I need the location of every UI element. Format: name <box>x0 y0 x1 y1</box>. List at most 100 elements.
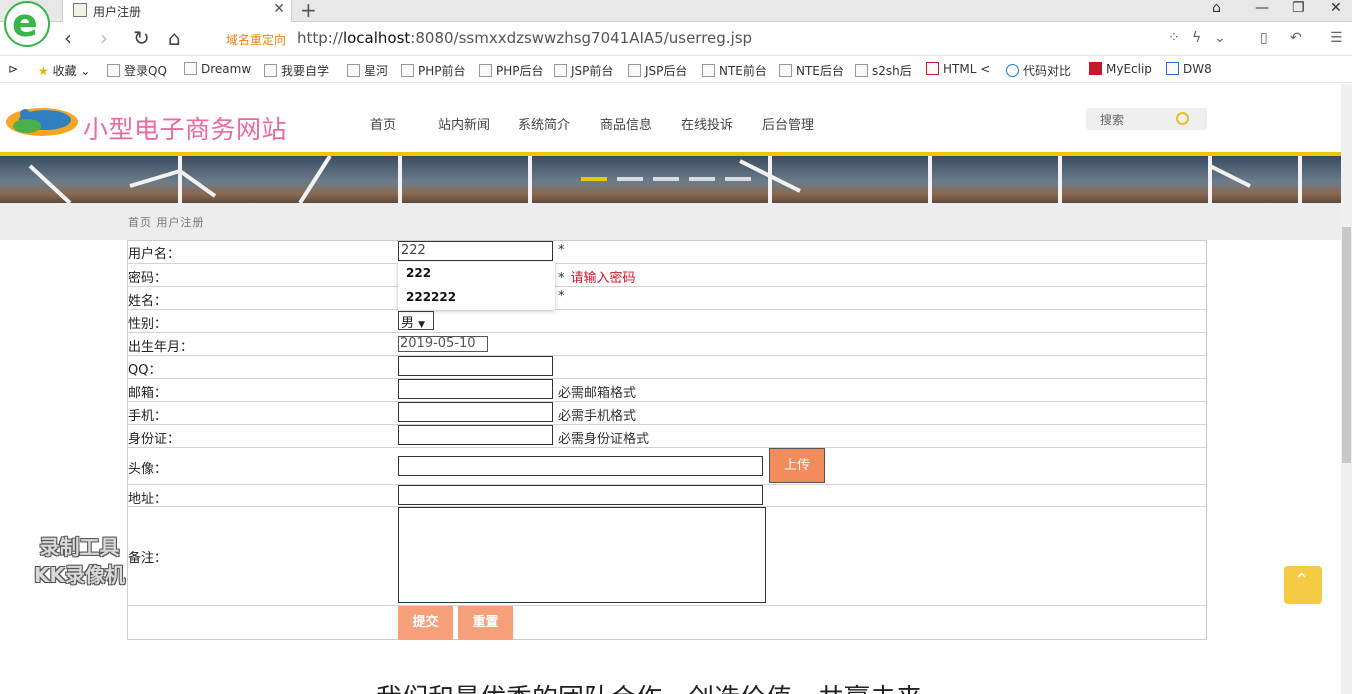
bookmark-item[interactable]: NTE前台 <box>702 62 767 79</box>
bookmark-item[interactable]: NTE后台 <box>779 62 844 79</box>
bookmark-item[interactable]: 星河 <box>347 62 388 79</box>
domain-redirect-tag: 域名重定向 <box>226 33 287 47</box>
bookmark-icon <box>184 62 197 75</box>
banner-slider <box>0 156 1341 203</box>
form-row-name: 姓名： * <box>128 287 1206 310</box>
forward-icon[interactable]: › <box>100 26 108 50</box>
bookmark-item[interactable]: PHP前台 <box>401 62 466 79</box>
slider-dot[interactable] <box>689 177 715 181</box>
page-icon <box>628 64 641 77</box>
minimize-icon[interactable]: — <box>1255 0 1269 16</box>
browser-tab[interactable]: 用户注册 ✕ <box>62 0 292 22</box>
upload-button[interactable]: 上传 <box>769 448 825 483</box>
page-scrollbar[interactable] <box>1341 84 1352 694</box>
qr-code-icon[interactable]: ⁘ <box>1168 30 1180 46</box>
email-hint: 必需邮箱格式 <box>558 386 637 401</box>
home-icon[interactable]: ⌂ <box>168 26 181 50</box>
autocomplete-option[interactable]: 222222 <box>406 290 456 304</box>
restore-icon[interactable]: ❐ <box>1292 0 1305 16</box>
search-input[interactable]: 搜索 <box>1100 111 1124 128</box>
bookmark-item[interactable]: Dreamw <box>184 62 251 76</box>
page-icon <box>554 64 567 77</box>
password-required: * 请输入密码 <box>558 271 636 286</box>
name-label: 姓名： <box>128 294 168 309</box>
birth-label: 出生年月： <box>128 340 194 355</box>
birth-date-input[interactable]: 2019-05-10 <box>398 336 488 352</box>
address-label: 地址： <box>128 492 168 507</box>
undo-icon[interactable]: ↶ <box>1290 30 1302 46</box>
bookmark-item[interactable]: PHP后台 <box>479 62 544 79</box>
gender-select[interactable]: 男 ▼ <box>398 311 434 331</box>
required-star: * <box>558 289 565 304</box>
new-tab-icon[interactable]: + <box>300 0 317 22</box>
pin-icon[interactable]: ⌂ <box>1212 0 1221 16</box>
menu-admin[interactable]: 后台管理 <box>762 114 814 133</box>
slider-dot-active[interactable] <box>581 177 607 181</box>
email-input[interactable] <box>398 379 553 399</box>
bookmark-item[interactable]: DW8 <box>1166 62 1212 76</box>
html5-icon <box>926 62 939 75</box>
site-search-box[interactable]: 搜索 <box>1086 108 1207 130</box>
search-icon[interactable] <box>1176 112 1189 125</box>
lightning-icon[interactable]: ϟ <box>1192 30 1201 46</box>
autocomplete-option[interactable]: 222 <box>406 266 431 280</box>
bookmark-item[interactable]: JSP前台 <box>554 62 613 79</box>
bookmark-icon <box>107 64 120 77</box>
bookmarks-bar: ⊳ ★ 收藏 ⌄ 登录QQ Dreamw 我要自学 星河 PHP前台 PHP后台… <box>0 57 1352 83</box>
slider-dot[interactable] <box>725 177 751 181</box>
id-card-input[interactable] <box>398 425 553 445</box>
compare-icon <box>1006 64 1019 77</box>
phone-hint: 必需手机格式 <box>558 409 637 424</box>
avatar-path-input[interactable] <box>398 456 763 476</box>
dropdown-icon[interactable]: ⌄ <box>1214 30 1226 46</box>
form-row-remark: 备注： <box>128 507 1206 606</box>
window-close-icon[interactable]: ✕ <box>1330 0 1342 16</box>
form-row-avatar: 头像： 上传 <box>128 448 1206 485</box>
menu-products[interactable]: 商品信息 <box>600 114 652 133</box>
required-star: * <box>558 243 565 258</box>
back-icon[interactable]: ‹ <box>64 26 72 50</box>
submit-button[interactable]: 提交 <box>398 606 453 640</box>
reset-button[interactable]: 重置 <box>458 606 513 640</box>
menu-about[interactable]: 系统简介 <box>518 114 570 133</box>
page-icon <box>401 64 414 77</box>
slider-dot[interactable] <box>653 177 679 181</box>
qq-input[interactable] <box>398 356 553 376</box>
bookmark-item[interactable]: 登录QQ <box>107 62 167 79</box>
form-row-id: 身份证： 必需身份证格式 <box>128 425 1206 448</box>
scrollbar-thumb[interactable] <box>1342 227 1351 463</box>
bookmark-item[interactable]: 代码对比 <box>1006 62 1071 79</box>
menu-news[interactable]: 站内新闻 <box>438 114 490 133</box>
form-row-email: 邮箱： 必需邮箱格式 <box>128 379 1206 402</box>
bookmark-item[interactable]: MyEclip <box>1089 62 1152 76</box>
reload-icon[interactable]: ↻ <box>133 26 150 50</box>
page-icon <box>702 64 715 77</box>
phone-input[interactable] <box>398 402 553 422</box>
remark-textarea[interactable] <box>398 507 766 603</box>
username-input[interactable]: 222 <box>398 241 553 261</box>
arrow-up-icon: ⌃ <box>1294 570 1310 591</box>
reading-mode-icon[interactable]: ▯ <box>1260 30 1268 46</box>
bookmark-item[interactable]: 我要自学 <box>264 62 329 79</box>
page-icon <box>347 64 360 77</box>
browser-logo-icon: e <box>4 1 50 47</box>
username-label: 用户名： <box>128 247 181 262</box>
site-header: 小型电子商务网站 首页 站内新闻 系统简介 商品信息 在线投诉 后台管理 搜索 <box>0 84 1341 154</box>
sidebar-toggle-icon[interactable]: ⊳ <box>8 62 18 76</box>
id-label: 身份证： <box>128 432 181 447</box>
menu-home[interactable]: 首页 <box>370 114 396 133</box>
menu-icon[interactable]: ☰ <box>1330 30 1343 46</box>
bookmark-item[interactable]: JSP后台 <box>628 62 687 79</box>
address-bar[interactable]: http://localhost:8080/ssmxxdzswwzhsg7041… <box>297 29 752 47</box>
slider-dot[interactable] <box>617 177 643 181</box>
tab-close-icon[interactable]: ✕ <box>273 1 285 17</box>
menu-complaints[interactable]: 在线投诉 <box>681 114 733 133</box>
bookmark-favorites[interactable]: ★ 收藏 ⌄ <box>38 62 90 79</box>
bookmark-item[interactable]: s2sh后 <box>855 62 912 79</box>
bookmark-item[interactable]: HTML < <box>926 62 990 76</box>
gender-label: 性别： <box>128 317 168 332</box>
breadcrumb[interactable]: 首页 用户注册 <box>128 214 205 230</box>
address-input[interactable] <box>398 485 763 505</box>
back-to-top-button[interactable]: ⌃ <box>1284 566 1322 604</box>
recorder-watermark: 录制工具 KK录像机 <box>34 535 125 587</box>
